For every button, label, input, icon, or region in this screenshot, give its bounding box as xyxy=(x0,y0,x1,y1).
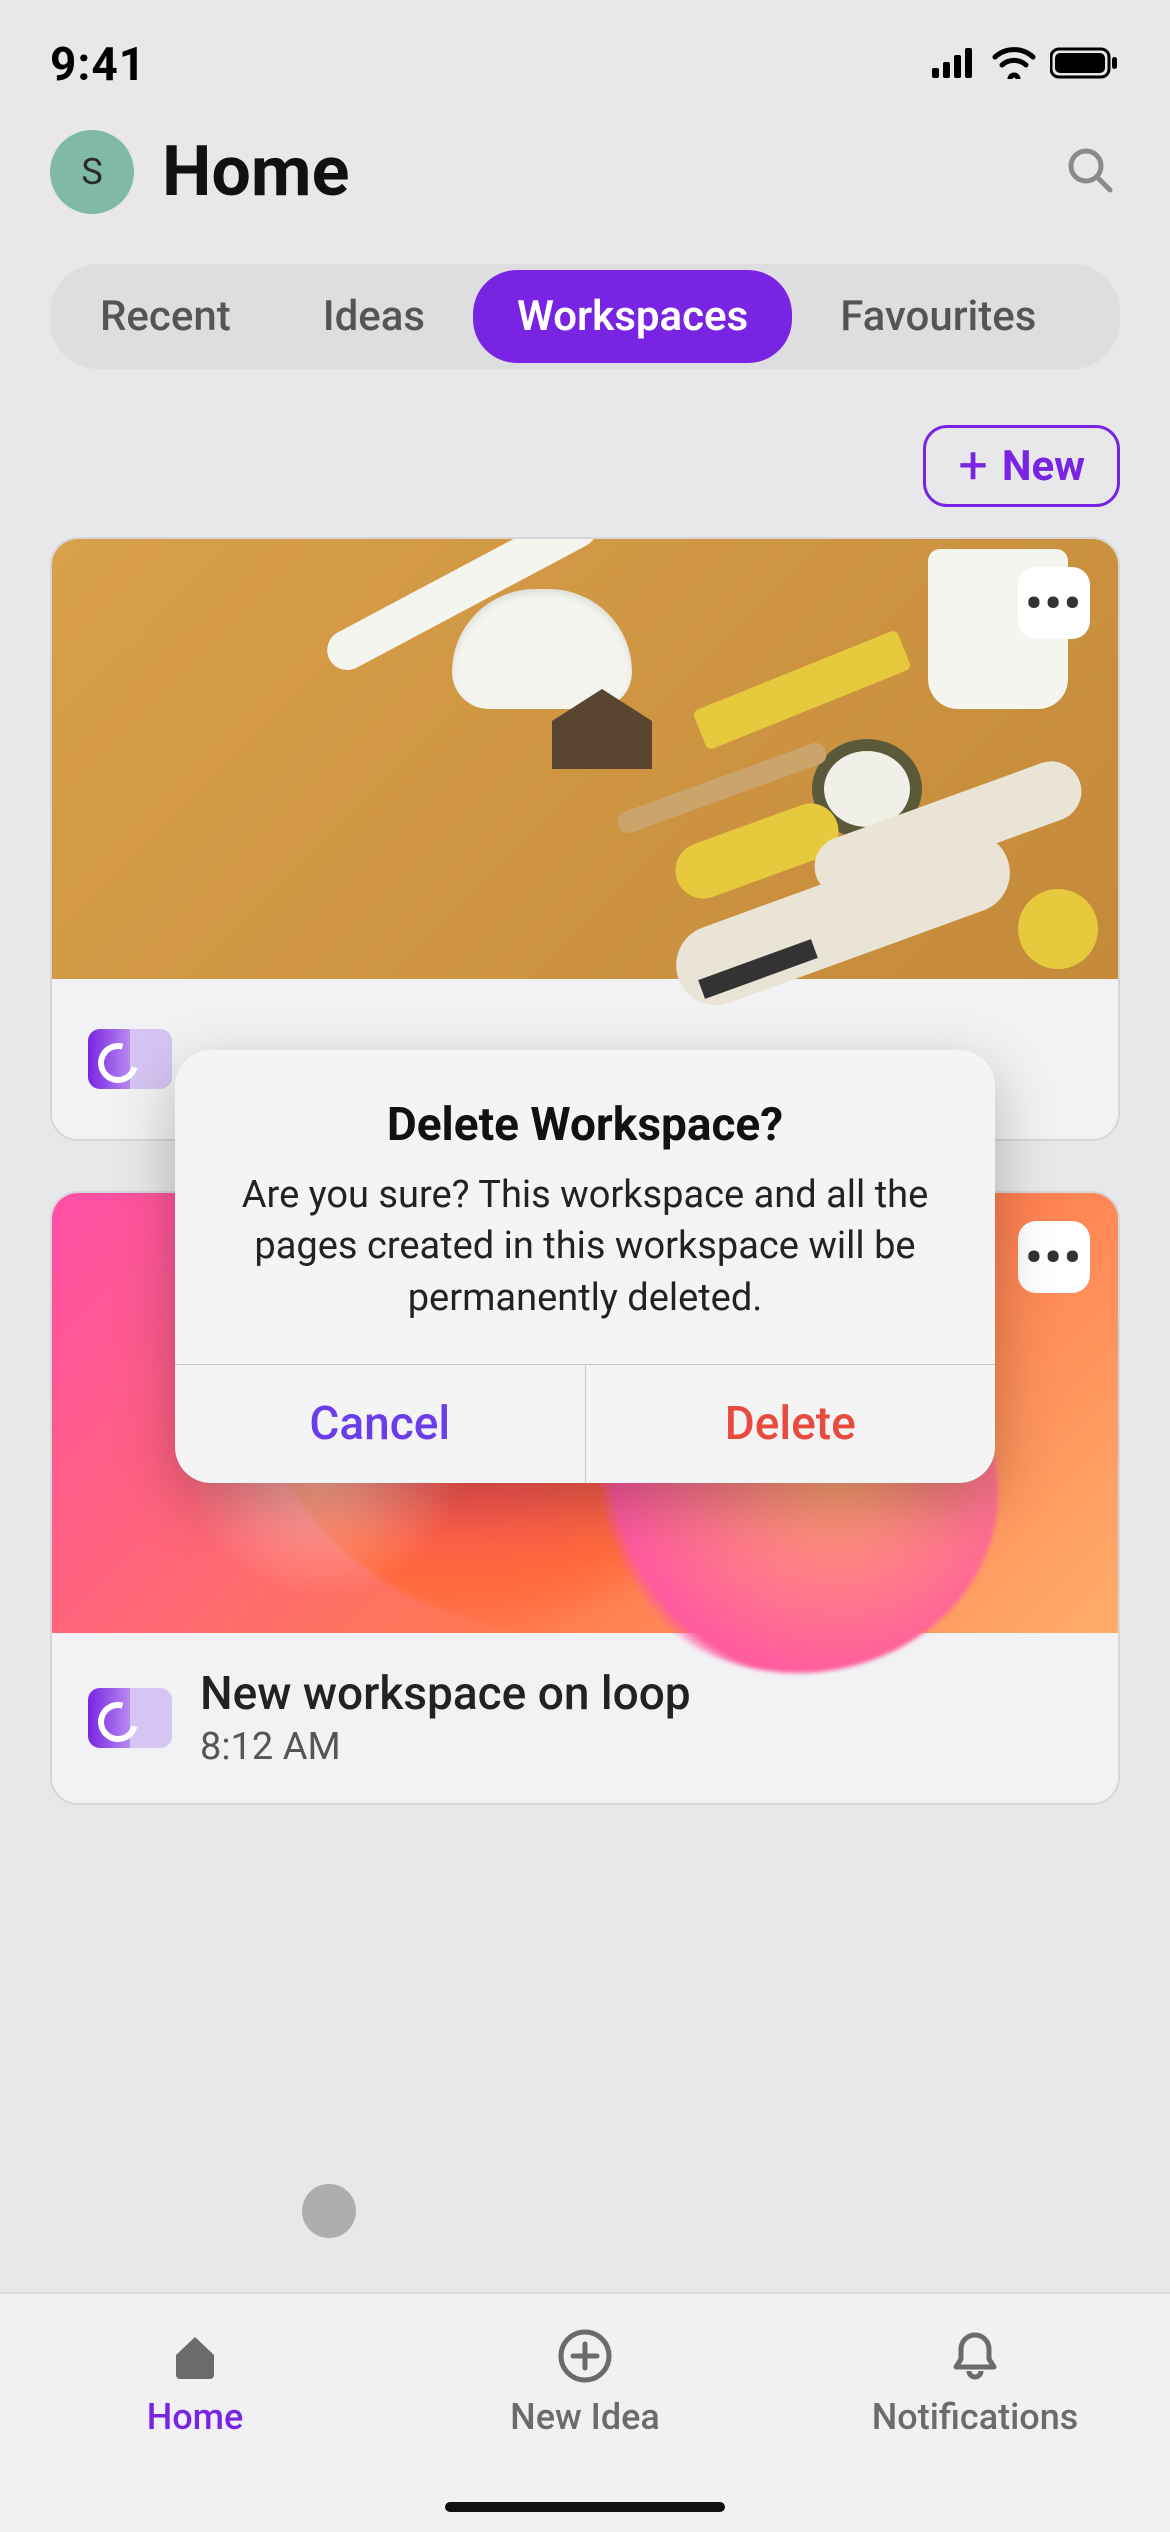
tabs: Recent Ideas Workspaces Favourites xyxy=(50,264,1120,369)
new-button-label: New xyxy=(1002,442,1085,491)
card-menu-button[interactable]: ••• xyxy=(1018,1221,1090,1293)
more-icon: ••• xyxy=(1025,1229,1083,1286)
workspace-time: 8:12 AM xyxy=(200,1725,691,1769)
page-title: Home xyxy=(162,131,349,213)
search-button[interactable] xyxy=(1060,142,1120,202)
tab-workspaces[interactable]: Workspaces xyxy=(473,270,792,363)
home-indicator[interactable] xyxy=(445,2502,725,2512)
new-workspace-button[interactable]: + New xyxy=(923,425,1120,507)
dialog-message: Are you sure? This workspace and all the… xyxy=(215,1170,955,1324)
home-icon xyxy=(165,2326,225,2386)
assistive-touch-indicator[interactable] xyxy=(302,2184,356,2238)
nav-home[interactable]: Home xyxy=(2,2326,388,2438)
plus-circle-icon xyxy=(555,2326,615,2386)
nav-label: New Idea xyxy=(510,2396,660,2438)
bottom-nav: Home New Idea Notifications xyxy=(0,2292,1170,2532)
nav-label: Home xyxy=(147,2396,244,2438)
wifi-icon xyxy=(992,47,1036,83)
workspace-title: New workspace on loop xyxy=(200,1667,691,1721)
nav-notifications[interactable]: Notifications xyxy=(782,2326,1168,2438)
workspace-icon xyxy=(88,1029,172,1089)
cellular-icon xyxy=(932,48,978,82)
nav-new-idea[interactable]: New Idea xyxy=(392,2326,778,2438)
tab-recent[interactable]: Recent xyxy=(56,270,275,363)
tab-ideas[interactable]: Ideas xyxy=(279,270,469,363)
more-icon: ••• xyxy=(1025,575,1083,632)
search-icon xyxy=(1064,144,1116,200)
card-menu-button[interactable]: ••• xyxy=(1018,567,1090,639)
workspace-cover: ••• xyxy=(52,539,1118,979)
app-header: S Home xyxy=(0,110,1170,244)
battery-icon xyxy=(1050,47,1120,83)
workspace-icon xyxy=(88,1688,172,1748)
avatar[interactable]: S xyxy=(50,130,134,214)
bell-icon xyxy=(945,2326,1005,2386)
delete-workspace-dialog: Delete Workspace? Are you sure? This wor… xyxy=(175,1050,995,1483)
dialog-title: Delete Workspace? xyxy=(215,1098,955,1152)
tab-favourites[interactable]: Favourites xyxy=(796,270,1080,363)
status-bar: 9:41 xyxy=(0,0,1170,110)
plus-icon: + xyxy=(958,440,988,492)
status-time: 9:41 xyxy=(50,38,146,92)
cancel-button[interactable]: Cancel xyxy=(175,1365,585,1483)
nav-label: Notifications xyxy=(872,2396,1079,2438)
status-indicators xyxy=(932,47,1120,83)
delete-button[interactable]: Delete xyxy=(585,1365,996,1483)
